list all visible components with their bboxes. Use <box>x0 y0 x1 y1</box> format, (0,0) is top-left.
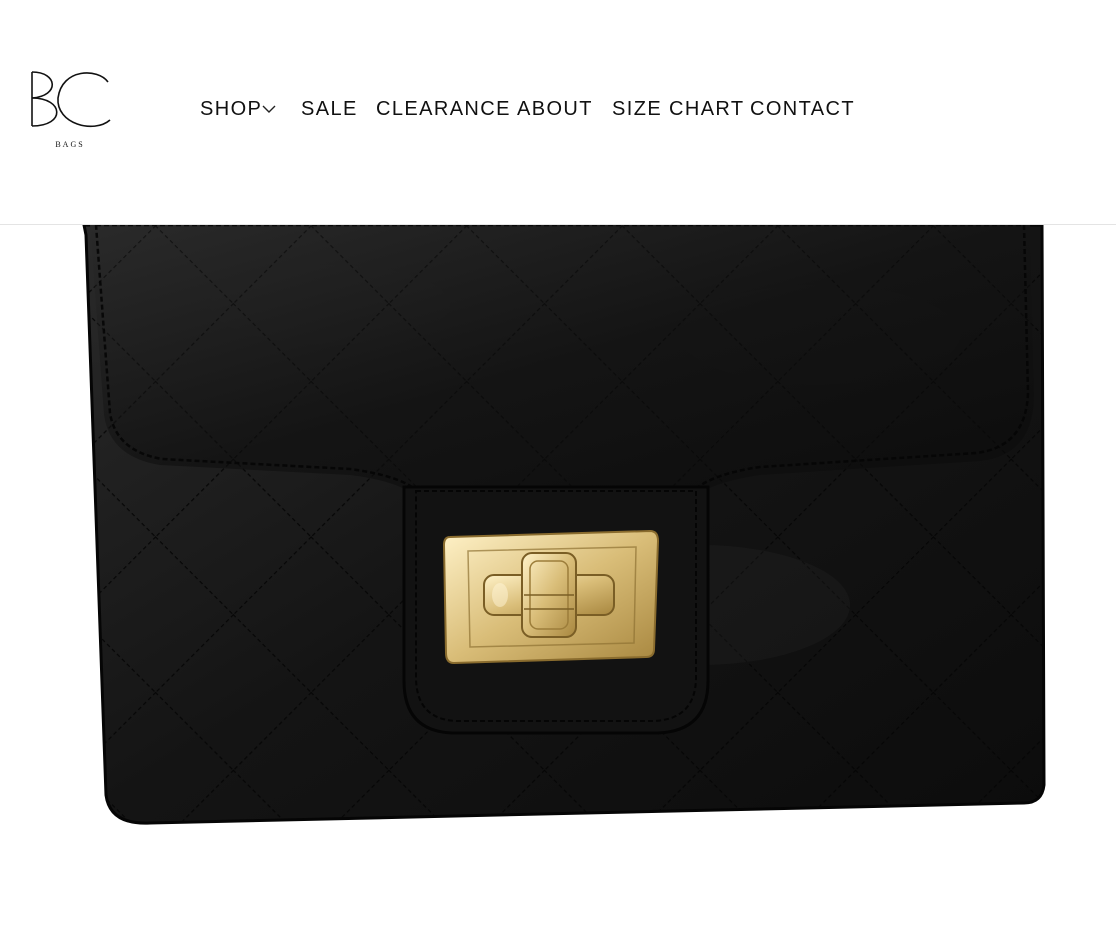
nav-sale[interactable]: SALE <box>301 94 358 124</box>
nav-shop[interactable]: SHOP <box>200 94 262 124</box>
quilted-wallet-image <box>82 225 1046 825</box>
nav-about[interactable]: ABOUT <box>517 94 593 124</box>
nav-contact[interactable]: CONTACT <box>750 94 855 124</box>
nav-clearance[interactable]: CLEARANCE <box>376 94 511 124</box>
nav-size-chart[interactable]: SIZE CHART <box>612 94 745 124</box>
brand-logo[interactable]: BAGS <box>28 66 114 150</box>
product-image[interactable] <box>0 225 1116 935</box>
logo-text: BAGS <box>55 140 85 149</box>
bc-monogram-logo-icon <box>31 71 111 128</box>
chevron-down-icon[interactable] <box>262 103 276 115</box>
site-header: BAGS SHOP SALE CLEARANCE ABOUT SIZE CHAR… <box>0 0 1116 225</box>
